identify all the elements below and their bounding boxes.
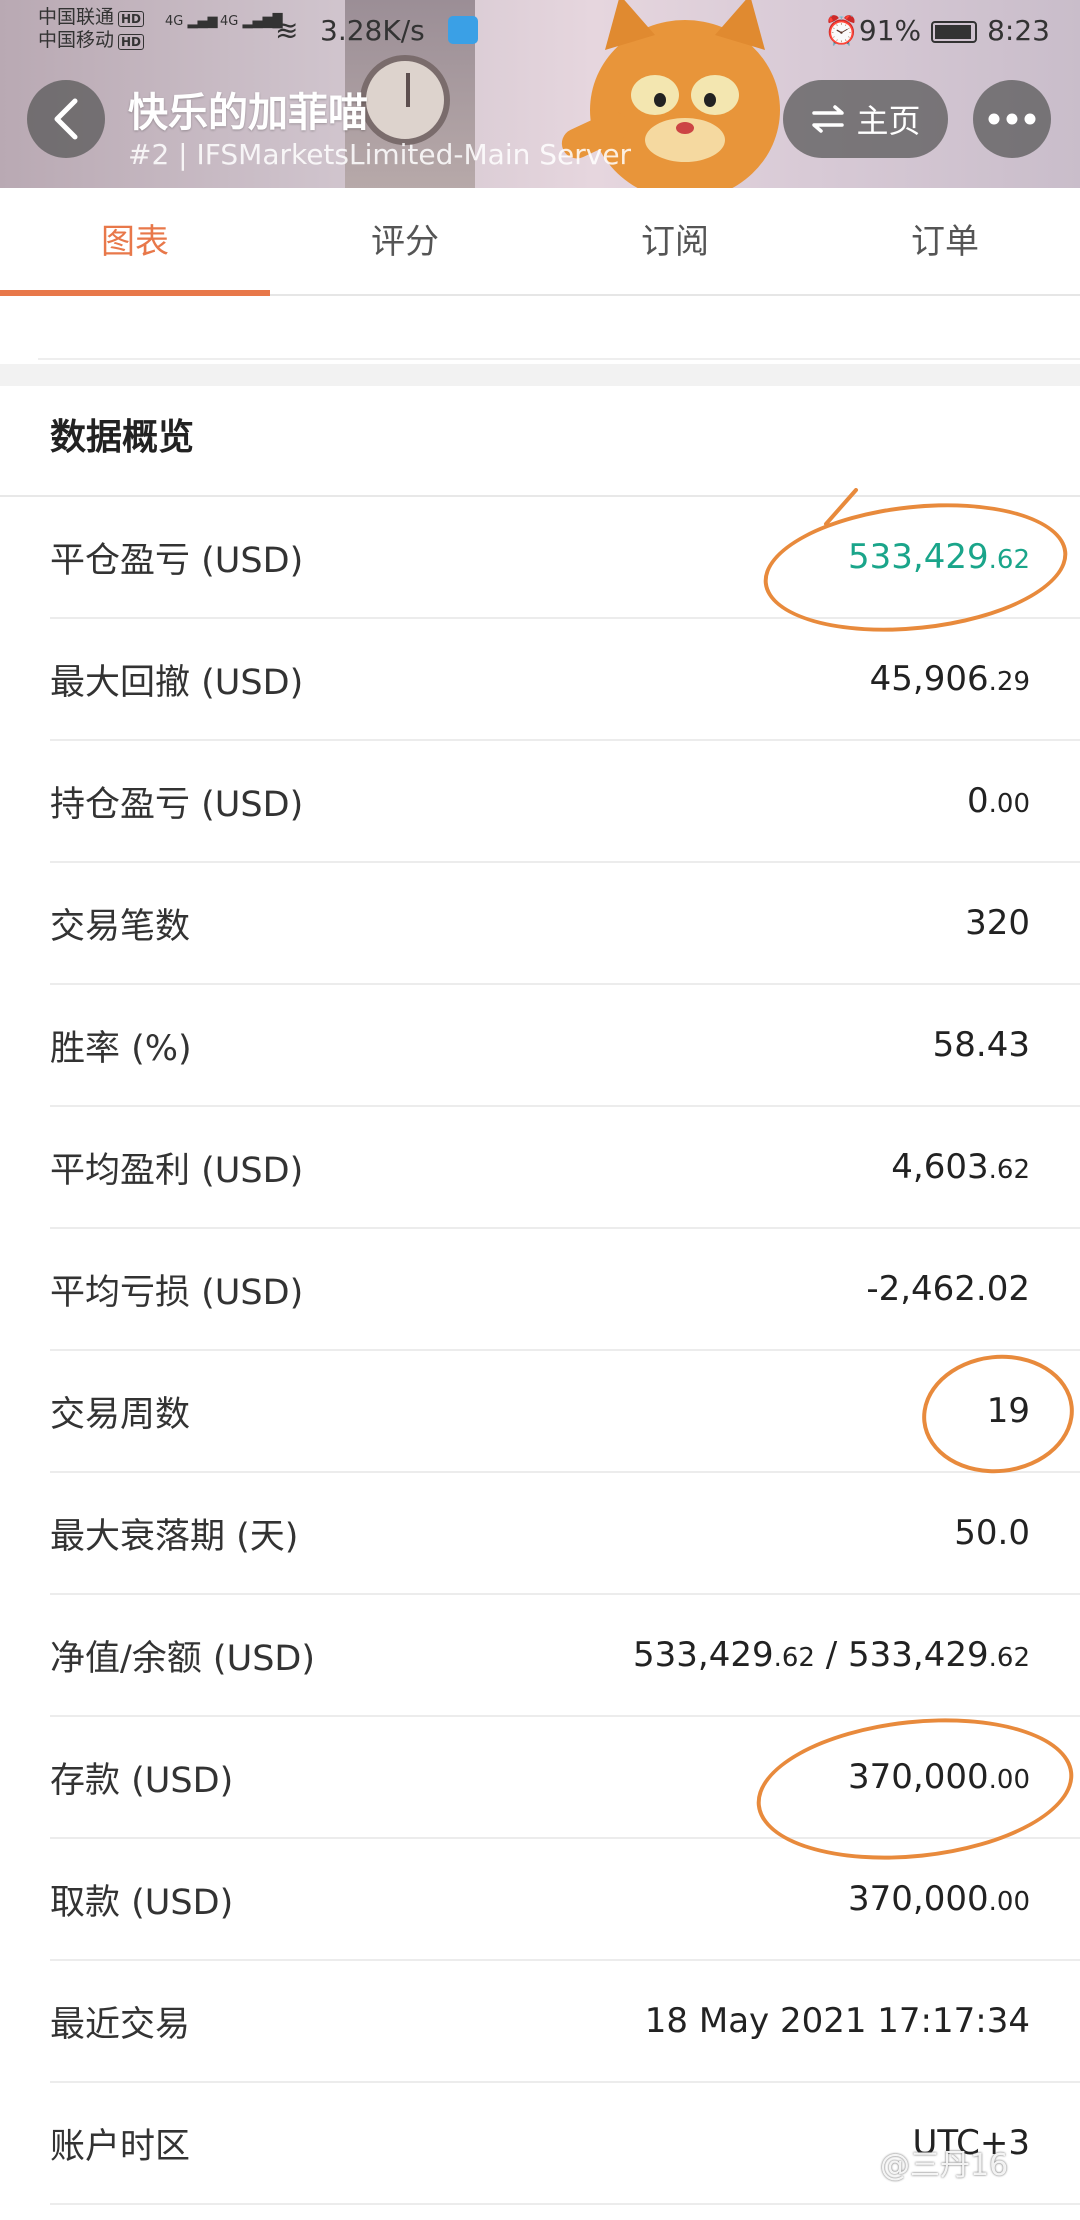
divider [38,358,1080,360]
carrier-info: 中国联通 HD 中国移动 HD [38,6,145,52]
stat-value: 370,000.00 [848,1879,1030,1919]
stat-value: -2,462.02 [866,1269,1030,1309]
stat-row-win-rate: 胜率 (%) 58.43 [50,985,1080,1107]
annotation-stroke [824,488,858,526]
server-info: #2 | IFSMarketsLimited-Main Server [128,138,632,171]
back-button[interactable] [27,80,105,158]
network-type-label: 4G [220,14,239,29]
tab-rating[interactable]: 评分 [270,188,540,294]
content-gap [0,296,1080,386]
account-name: 快乐的加菲喵 [128,90,368,136]
stat-label: 交易笔数 [50,906,191,947]
profile-header-banner: 中国联通 HD 中国移动 HD 4G ▂▄▆ 4G ▂▄▆█ ≋ 3.28K/s ⏰… [0,0,1080,188]
stat-label: 净值/余额 (USD) [50,1638,316,1679]
battery-percent: 91% [858,14,922,47]
hd-badge: HD [118,34,145,50]
stat-row-withdrawals: 取款 (USD) 370,000.00 [50,1839,1080,1961]
swap-icon [812,105,845,133]
stat-value: 320 [965,903,1030,943]
signal-icon: 4G ▂▄▆ [165,14,218,29]
stat-label: 存款 (USD) [50,1760,234,1801]
stat-value: 45,906.29 [869,659,1030,699]
net-speed: 3.28K/s [320,14,425,47]
stat-row-avg-profit: 平均盈利 (USD) 4,603.62 [50,1107,1080,1229]
more-dots-icon [988,113,1036,125]
stat-row-avg-loss: 平均亏损 (USD) -2,462.02 [50,1229,1080,1351]
banner-clock-image [360,55,450,145]
hd-badge: HD [118,11,145,27]
stat-row-last-trade: 最近交易 18 May 2021 17:17:34 [50,1961,1080,2083]
wifi-icon: ≋ [275,14,299,47]
stat-label: 平均亏损 (USD) [50,1272,304,1313]
stat-label: 平仓盈亏 (USD) [50,540,304,581]
chevron-left-icon [54,98,78,140]
stat-value: 58.43 [932,1025,1030,1065]
watermark: @三丹16 [880,2148,1009,2183]
stat-value: 50.0 [954,1513,1030,1553]
status-bar: 中国联通 HD 中国移动 HD 4G ▂▄▆ 4G ▂▄▆█ ≋ 3.28K/s ⏰… [0,0,1080,62]
section-spacer [0,364,1080,386]
stat-row-equity-balance: 净值/余额 (USD) 533,429.62 / 533,429.62 [50,1595,1080,1717]
tab-orders[interactable]: 订单 [810,188,1080,294]
stat-label: 胜率 (%) [50,1028,192,1069]
stat-row-max-drawdown: 最大回撤 (USD) 45,906.29 [50,619,1080,741]
carrier2-label: 中国移动 [38,29,115,51]
battery-icon [931,21,978,43]
delivery-app-icon [448,16,478,44]
network-type-label: 4G [165,14,184,29]
stat-label: 最大回撤 (USD) [50,662,304,703]
stat-label: 平均盈利 (USD) [50,1150,304,1191]
alarm-icon: ⏰ [824,14,859,47]
battery-area: ⏰91% 8:23 [824,14,1050,47]
stat-label: 最近交易 [50,2004,191,2045]
stat-value: 0.00 [967,781,1030,821]
clock-time: 8:23 [987,14,1050,47]
signal-icon: 4G ▂▄▆█ [220,14,283,29]
tab-bar: 图表 评分 订阅 订单 [0,188,1080,296]
stats-list: 平仓盈亏 (USD) 533,429.62 最大回撤 (USD) 45,906.… [50,497,1080,2205]
stat-label: 持仓盈亏 (USD) [50,784,304,825]
stat-row-trade-count: 交易笔数 320 [50,863,1080,985]
home-button[interactable]: 主页 [783,80,948,158]
stat-row-max-decline-period: 最大衰落期 (天) 50.0 [50,1473,1080,1595]
tab-chart[interactable]: 图表 [0,188,270,296]
stat-label: 交易周数 [50,1394,191,1435]
stat-value: 18 May 2021 17:17:34 [644,2001,1030,2041]
stat-label: 最大衰落期 (天) [50,1516,299,1557]
more-button[interactable] [973,80,1051,158]
stat-label: 取款 (USD) [50,1882,234,1923]
stat-row-floating-pnl: 持仓盈亏 (USD) 0.00 [50,741,1080,863]
stat-label: 账户时区 [50,2126,191,2167]
stat-value: 533,429.62 / 533,429.62 [633,1635,1030,1675]
tab-subscribe[interactable]: 订阅 [540,188,810,294]
section-title: 数据概览 [50,417,195,458]
carrier1-label: 中国联通 [38,6,115,28]
home-label: 主页 [856,102,921,140]
stat-value: 4,603.62 [891,1147,1030,1187]
